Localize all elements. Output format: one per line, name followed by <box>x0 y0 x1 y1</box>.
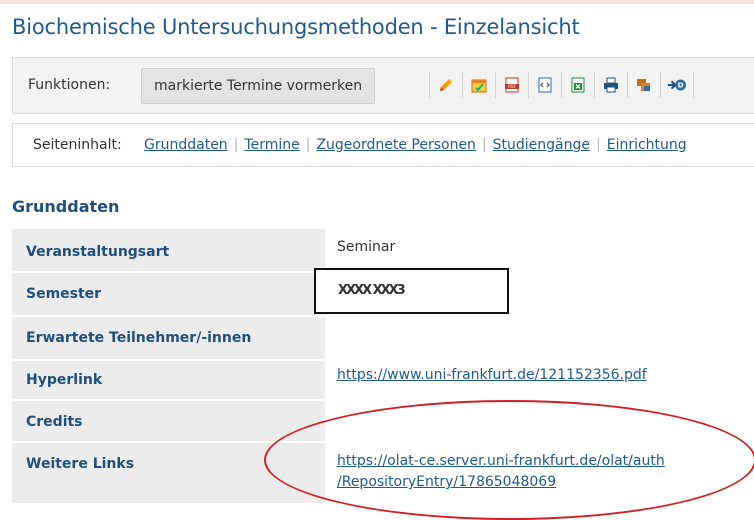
separator: | <box>305 137 311 153</box>
link-studiengaenge[interactable]: Studiengänge <box>493 137 590 153</box>
section-title: Grunddaten <box>12 197 120 216</box>
separator <box>561 72 562 98</box>
link-zugeordnete-personen[interactable]: Zugeordnete Personen <box>316 137 476 153</box>
row-label: Veranstaltungsart <box>12 229 325 271</box>
separator <box>462 72 463 98</box>
row-teilnehmer: Erwartete Teilnehmer/-innen <box>12 317 754 359</box>
top-accent-line <box>0 0 754 4</box>
pdf-icon[interactable]: PDF <box>502 75 522 95</box>
link-einrichtung[interactable]: Einrichtung <box>607 137 687 153</box>
html-export-icon[interactable] <box>535 75 555 95</box>
row-value: Seminar <box>325 229 754 271</box>
row-hyperlink: Hyperlink https://www.uni-frankfurt.de/1… <box>12 361 754 399</box>
link-grunddaten[interactable]: Grunddaten <box>144 137 228 153</box>
page-content-label: Seiteninhalt: <box>33 137 122 153</box>
print-icon[interactable] <box>601 75 621 95</box>
function-icons: PDF D <box>423 67 700 103</box>
separator: | <box>233 137 239 153</box>
calendar-icon[interactable] <box>469 75 489 95</box>
row-value: https://www.uni-frankfurt.de/121152356.p… <box>325 361 754 399</box>
annotation-circle <box>264 400 754 520</box>
separator <box>660 72 661 98</box>
page-title: Biochemische Untersuchungsmethoden - Ein… <box>12 15 580 39</box>
separator <box>627 72 628 98</box>
row-label: Credits <box>12 401 325 441</box>
separator <box>429 72 430 98</box>
row-veranstaltungsart: Veranstaltungsart Seminar <box>12 229 754 271</box>
row-label: Semester <box>12 273 325 315</box>
semester-redaction-box: XXXX XXX3 <box>314 268 509 314</box>
dlink-icon[interactable]: D <box>667 75 687 95</box>
row-label: Hyperlink <box>12 361 325 399</box>
page-content-links: Grunddaten | Termine | Zugeordnete Perso… <box>144 137 687 153</box>
functions-bar: Funktionen: markierte Termine vormerken … <box>12 57 754 114</box>
functions-label: Funktionen: <box>28 77 111 93</box>
separator: | <box>596 137 601 153</box>
separator: | <box>481 137 487 153</box>
reserve-dates-button[interactable]: markierte Termine vormerken <box>141 68 376 104</box>
hyperlink-link[interactable]: https://www.uni-frankfurt.de/121152356.p… <box>337 367 647 383</box>
link-termine[interactable]: Termine <box>244 137 299 153</box>
separator <box>594 72 595 98</box>
svg-text:D: D <box>678 81 684 90</box>
export-stack-icon[interactable] <box>634 75 654 95</box>
page-content-bar: Seiteninhalt: Grunddaten | Termine | Zug… <box>12 123 754 167</box>
separator <box>495 72 496 98</box>
excel-icon[interactable] <box>568 75 588 95</box>
row-value <box>325 317 754 359</box>
svg-text:PDF: PDF <box>508 84 516 89</box>
row-label: Erwartete Teilnehmer/-innen <box>12 317 325 359</box>
separator <box>528 72 529 98</box>
edit-pencil-icon[interactable] <box>436 75 456 95</box>
separator <box>693 72 694 98</box>
